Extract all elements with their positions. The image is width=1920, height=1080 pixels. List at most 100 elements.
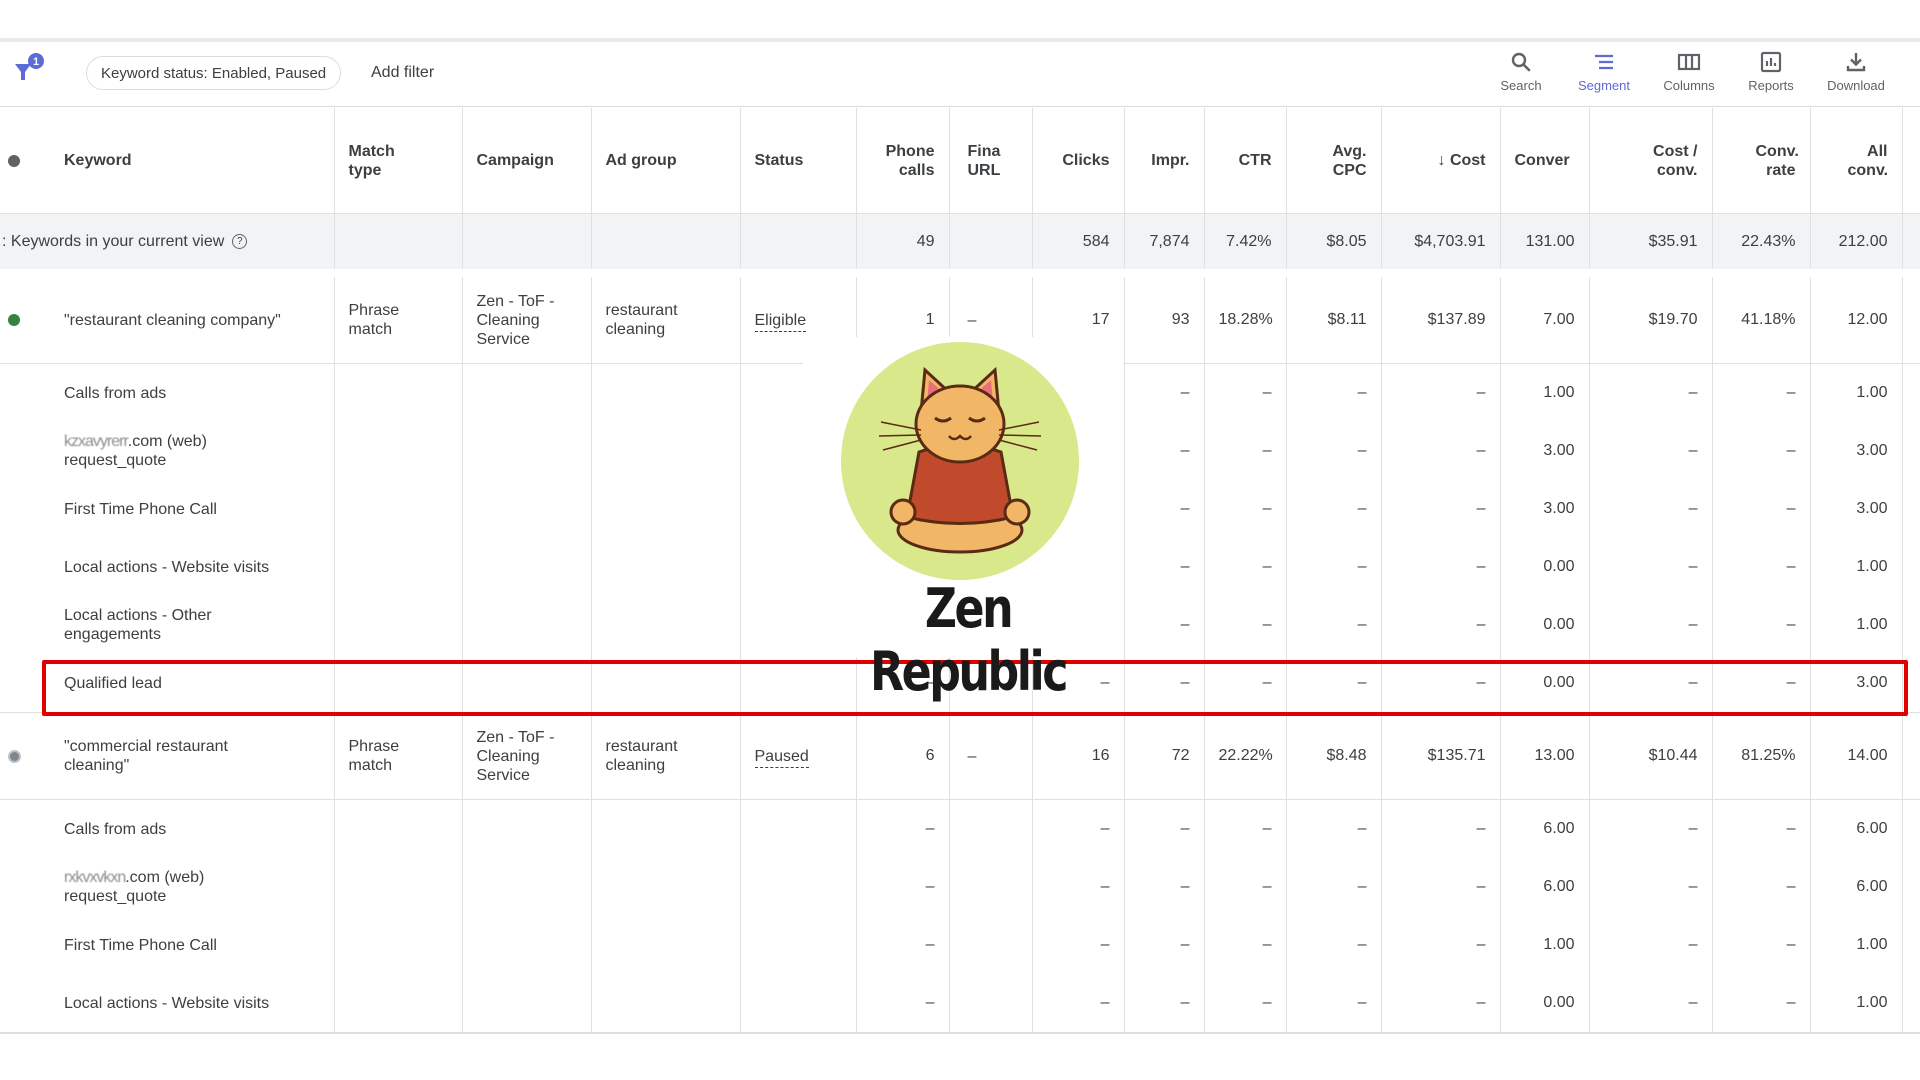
segment-ctr: –: [1204, 974, 1287, 1034]
total-impr: 7,874: [1124, 213, 1205, 277]
segment-avg-cpc: –: [1286, 422, 1382, 480]
total-row: : Keywords in your current view? 49 584 …: [0, 213, 1920, 277]
search-icon: [1511, 52, 1531, 72]
col-cost[interactable]: ↓ Cost: [1381, 108, 1501, 214]
match-type-cell: Phrase match: [334, 272, 463, 364]
segment-avg-cpc: –: [1286, 480, 1382, 538]
top-bar: [0, 0, 1920, 42]
reports-button[interactable]: Reports: [1731, 50, 1811, 93]
segment-cost-per-conv: –: [1589, 974, 1713, 1034]
columns-icon: [1677, 53, 1701, 71]
total-conv-rate: 22.43%: [1712, 213, 1811, 277]
help-icon[interactable]: ?: [232, 234, 248, 250]
search-button[interactable]: Search: [1481, 50, 1561, 93]
segment-cost-per-conv: –: [1589, 596, 1713, 654]
download-button[interactable]: Download: [1816, 50, 1896, 93]
col-conversions[interactable]: Conver: [1500, 108, 1590, 214]
segment-button[interactable]: Segment: [1564, 50, 1644, 93]
segment-name: Local actions - Other engagements: [0, 596, 335, 654]
segment-conv-rate: –: [1712, 538, 1811, 596]
segment-cost-per-conv: –: [1589, 799, 1713, 858]
all-conv-cell: 12.00: [1810, 272, 1903, 364]
segment-avg-cpc: –: [1286, 363, 1382, 422]
cost-cell: $137.89: [1381, 272, 1501, 364]
phone-calls-cell: 6: [856, 712, 950, 800]
total-cost: $4,703.91: [1381, 213, 1501, 277]
total-cost-per-conv: $35.91: [1589, 213, 1713, 277]
col-cost-per-conv[interactable]: Cost / conv.: [1589, 108, 1713, 214]
campaign-link[interactable]: Zen - ToF - Cleaning Service: [462, 272, 592, 364]
segment-conv-rate: –: [1712, 363, 1811, 422]
keyword-status-filter-chip[interactable]: Keyword status: Enabled, Paused: [86, 56, 342, 90]
segment-cost: –: [1381, 858, 1501, 916]
segment-phone-calls: –: [856, 916, 950, 974]
segment-cost: –: [1381, 422, 1501, 480]
col-status[interactable]: Status: [740, 108, 857, 214]
col-phone-calls[interactable]: Phone calls: [856, 108, 950, 214]
col-final-url[interactable]: Fina URL: [949, 108, 1033, 214]
col-conv-rate[interactable]: Conv. rate: [1712, 108, 1811, 214]
segment-impr: –: [1124, 799, 1205, 858]
col-ctr[interactable]: CTR: [1204, 108, 1287, 214]
keyword-row[interactable]: "commercial restaurant cleaning" Phrase …: [0, 712, 1920, 800]
columns-button[interactable]: Columns: [1649, 50, 1729, 93]
ad-group-link[interactable]: restaurant cleaning: [591, 712, 741, 800]
keyword-cell[interactable]: "commercial restaurant cleaning": [0, 712, 335, 800]
col-clicks[interactable]: Clicks: [1032, 108, 1125, 214]
segment-icon: [1595, 54, 1613, 70]
download-icon: [1846, 53, 1866, 72]
segment-impr: –: [1124, 363, 1205, 422]
col-ad-group[interactable]: Ad group: [591, 108, 741, 214]
impr-cell: 72: [1124, 712, 1205, 800]
clicks-cell: 16: [1032, 712, 1125, 800]
segment-conversions: 0.00: [1500, 538, 1590, 596]
redacted-domain: kzxavyrerr: [64, 433, 129, 450]
total-all-conv: 212.00: [1810, 213, 1903, 277]
col-all-conv[interactable]: All conv.: [1810, 108, 1903, 214]
segment-name: Local actions - Website visits: [0, 974, 335, 1034]
segment-impr: –: [1124, 974, 1205, 1034]
segment-conversions: 3.00: [1500, 422, 1590, 480]
col-match-type[interactable]: Match type: [334, 108, 463, 214]
brand-name: Zen Republic: [870, 577, 1068, 703]
add-filter-button[interactable]: Add filter: [371, 64, 434, 82]
segment-conversions: 6.00: [1500, 799, 1590, 858]
campaign-link[interactable]: Zen - ToF - Cleaning Service: [462, 712, 592, 800]
paused-status-dot-icon: [8, 750, 21, 763]
segment-avg-cpc: –: [1286, 799, 1382, 858]
col-campaign[interactable]: Campaign: [462, 108, 592, 214]
segment-clicks: –: [1032, 858, 1125, 916]
segment-cost: –: [1381, 799, 1501, 858]
segment-name: Local actions - Website visits: [0, 538, 335, 596]
segment-avg-cpc: –: [1286, 596, 1382, 654]
segment-impr: –: [1124, 422, 1205, 480]
reports-icon: [1760, 51, 1782, 73]
segment-cost: –: [1381, 538, 1501, 596]
segment-all-conv: 1.00: [1810, 916, 1903, 974]
segment-name: First Time Phone Call: [0, 916, 335, 974]
segment-name: First Time Phone Call: [0, 480, 335, 538]
segment-avg-cpc: –: [1286, 858, 1382, 916]
col-avg-cpc[interactable]: Avg. CPC: [1286, 108, 1382, 214]
filter-icon: 1: [15, 53, 44, 80]
col-impr[interactable]: Impr.: [1124, 108, 1205, 214]
col-keyword[interactable]: Keyword: [0, 108, 335, 214]
segment-name: Calls from ads: [0, 363, 335, 422]
segment-all-conv: 3.00: [1810, 480, 1903, 538]
segment-all-conv: 6.00: [1810, 858, 1903, 916]
status-cell[interactable]: Paused: [740, 712, 857, 800]
total-label-cell: : Keywords in your current view?: [0, 213, 335, 277]
segment-cost: –: [1381, 480, 1501, 538]
all-conv-cell: 14.00: [1810, 712, 1903, 800]
segment-conv-rate: –: [1712, 596, 1811, 654]
download-label: Download: [1827, 78, 1885, 93]
ad-group-link[interactable]: restaurant cleaning: [591, 272, 741, 364]
conversions-cell: 7.00: [1500, 272, 1590, 364]
total-clicks: 584: [1032, 213, 1125, 277]
filter-button[interactable]: 1: [12, 52, 46, 86]
total-conversions: 131.00: [1500, 213, 1590, 277]
segment-conv-rate: –: [1712, 974, 1811, 1034]
segment-cost-per-conv: –: [1589, 538, 1713, 596]
keyword-cell[interactable]: "restaurant cleaning company": [0, 272, 335, 364]
segment-row: Calls from ads – – – – – – 6.00 – – 6.00: [0, 799, 1920, 858]
